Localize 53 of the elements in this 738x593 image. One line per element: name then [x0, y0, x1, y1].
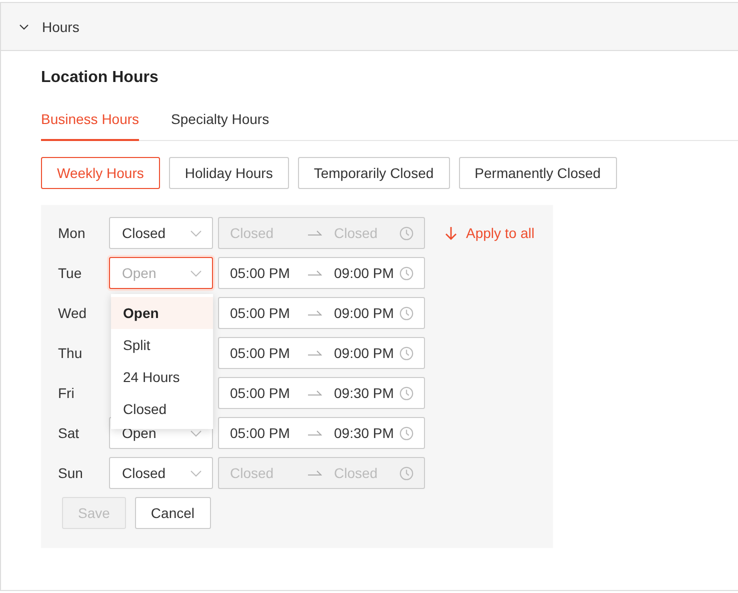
select-value: Open	[122, 425, 156, 441]
action-button[interactable]: Cancel	[134, 497, 211, 529]
select-value: Closed	[122, 465, 166, 481]
day-label: Sun	[58, 465, 84, 481]
time-range-field[interactable]: 05:00 PM 09:30 PM	[218, 417, 425, 449]
clock-icon	[399, 306, 414, 320]
clock-icon	[399, 346, 414, 360]
start-time: 05:00 PM	[230, 265, 291, 281]
caret-icon	[190, 470, 202, 476]
page-heading: Location Hours	[41, 69, 160, 88]
time-range-field[interactable]: 05:00 PM 09:00 PM	[218, 337, 425, 369]
clock-icon	[399, 266, 414, 280]
dropdown-option[interactable]: Open	[111, 297, 213, 329]
section-header[interactable]: Hours	[1, 3, 738, 51]
time-range-field[interactable]: 05:00 PM 09:00 PM	[218, 257, 425, 289]
segment-button[interactable]: Holiday Hours	[168, 157, 289, 189]
status-select[interactable]: Closed	[109, 217, 213, 249]
tab[interactable]: Business Hours	[41, 111, 140, 141]
tab[interactable]: Specialty Hours	[171, 111, 270, 141]
end-time: 09:00 PM	[334, 345, 395, 361]
day-label: Wed	[58, 305, 88, 321]
clock-icon	[399, 426, 414, 440]
clock-icon	[399, 466, 414, 480]
start-time: 05:00 PM	[230, 425, 291, 441]
time-range-field[interactable]: 05:00 PM 09:00 PM	[218, 297, 425, 329]
day-label: Thu	[58, 345, 84, 361]
end-time: 09:30 PM	[334, 425, 395, 441]
end-time: 09:00 PM	[334, 305, 395, 321]
start-time: 05:00 PM	[230, 385, 291, 401]
end-time: 09:30 PM	[334, 385, 395, 401]
segment-button[interactable]: Weekly Hours	[41, 157, 160, 189]
start-time: 05:00 PM	[230, 345, 291, 361]
status-select[interactable]: Closed	[109, 457, 213, 489]
caret-icon	[190, 430, 202, 436]
dropdown-option[interactable]: Split	[111, 329, 213, 361]
segment-button[interactable]: Permanently Closed	[458, 157, 617, 189]
day-label: Fri	[58, 385, 76, 401]
down-arrow-icon	[445, 226, 457, 240]
select-placeholder: Open	[122, 265, 156, 281]
section-title: Hours	[42, 18, 80, 34]
select-value: Closed	[122, 225, 166, 241]
dropdown-option[interactable]: 24 Hours	[111, 361, 213, 393]
end-time: 09:00 PM	[334, 265, 395, 281]
start-time: 05:00 PM	[230, 305, 291, 321]
day-label: Tue	[58, 265, 83, 281]
segment-button[interactable]: Temporarily Closed	[298, 157, 450, 189]
caret-icon	[190, 230, 202, 236]
caret-icon	[190, 270, 202, 276]
clock-icon	[399, 386, 414, 400]
day-label: Sat	[58, 425, 80, 441]
clock-icon	[399, 226, 414, 240]
day-label: Mon	[58, 225, 86, 241]
time-range-field[interactable]: 05:00 PM 09:30 PM	[218, 377, 425, 409]
